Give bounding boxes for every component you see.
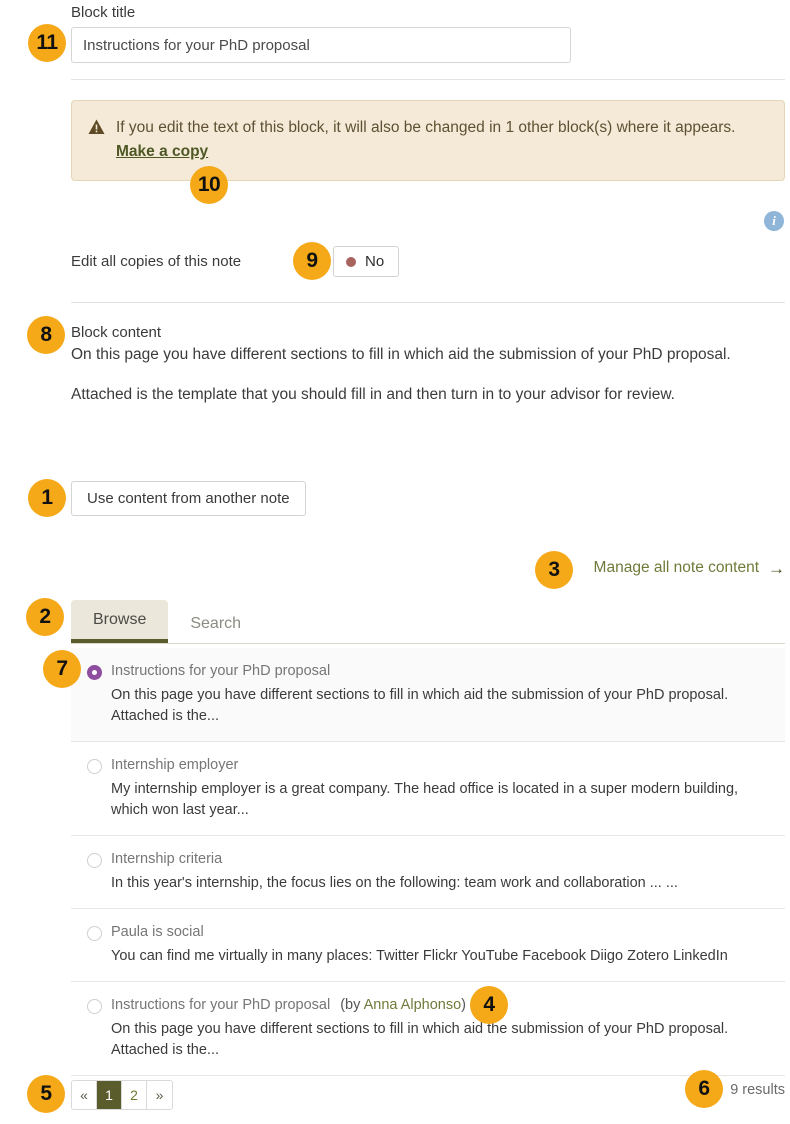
list-item[interactable]: Instructions for your PhD proposal On th…: [71, 648, 785, 742]
block-title-group: Block title: [71, 4, 571, 63]
block-title-label: Block title: [71, 4, 136, 21]
block-content-label: Block content: [71, 324, 162, 341]
list-item[interactable]: Internship employer My internship employ…: [71, 742, 785, 836]
author-prefix: (by: [340, 997, 364, 1013]
list-item-author: (by Anna Alphonso): [340, 997, 466, 1013]
callout-badge-5: 5: [27, 1075, 65, 1113]
callout-badge-10: 10: [190, 166, 228, 204]
alert-message: If you edit the text of this block, it w…: [116, 116, 766, 164]
callout-badge-7: 7: [43, 650, 81, 688]
divider-middle: [71, 302, 785, 303]
list-item[interactable]: Instructions for your PhD proposal (by An…: [71, 982, 785, 1076]
tab-browse[interactable]: Browse: [71, 600, 169, 643]
make-a-copy-link[interactable]: Make a copy: [116, 143, 208, 160]
alert-text: If you edit the text of this block, it w…: [116, 119, 736, 136]
list-item-description: On this page you have different sections…: [111, 687, 729, 724]
list-item-body: Internship criteria In this year's inter…: [111, 850, 785, 894]
warning-triangle-icon: [88, 119, 105, 140]
list-item-description: In this year's internship, the focus lie…: [111, 875, 678, 891]
radio-button[interactable]: [87, 665, 102, 680]
list-item-title: Instructions for your PhD proposal (by An…: [111, 996, 785, 1014]
note-results-list: Instructions for your PhD proposal On th…: [71, 648, 785, 1076]
block-title-input[interactable]: [71, 27, 571, 63]
callout-badge-9: 9: [293, 242, 331, 280]
radio-button[interactable]: [87, 999, 102, 1014]
callout-badge-2: 2: [26, 598, 64, 636]
use-content-from-another-note-button[interactable]: Use content from another note: [71, 481, 306, 516]
edit-all-copies-row: Edit all copies of this note No: [71, 246, 400, 277]
list-item-title-text: Instructions for your PhD proposal: [111, 997, 331, 1013]
list-item-body: Instructions for your PhD proposal (by An…: [111, 996, 785, 1061]
pagination-prev-button[interactable]: «: [72, 1081, 97, 1109]
arrow-right-icon: →: [768, 558, 785, 578]
callout-badge-4: 4: [470, 986, 508, 1024]
list-item-body: Internship employer My internship employ…: [111, 756, 785, 821]
radio-button[interactable]: [87, 759, 102, 774]
radio-button[interactable]: [87, 853, 102, 868]
list-item-description: You can find me virtually in many places…: [111, 948, 728, 964]
edit-all-copies-toggle[interactable]: No: [333, 246, 400, 277]
manage-all-note-content-label: Manage all note content: [593, 559, 759, 576]
page-root: Block title If you edit the text of this…: [0, 0, 790, 1124]
list-item-body: Instructions for your PhD proposal On th…: [111, 662, 785, 727]
list-item-description: On this page you have different sections…: [111, 1021, 729, 1058]
list-item-title: Internship employer: [111, 757, 239, 773]
callout-badge-1: 1: [28, 479, 66, 517]
tab-search[interactable]: Search: [168, 604, 263, 643]
callout-badge-8: 8: [27, 316, 65, 354]
list-item-title: Internship criteria: [111, 851, 223, 867]
pagination-next-button[interactable]: »: [147, 1081, 172, 1109]
shared-content-alert: If you edit the text of this block, it w…: [71, 100, 785, 181]
list-item[interactable]: Internship criteria In this year's inter…: [71, 836, 785, 909]
author-suffix: ): [461, 997, 466, 1013]
divider-top: [71, 79, 785, 80]
author-link[interactable]: Anna Alphonso: [364, 997, 462, 1013]
callout-badge-6: 6: [685, 1070, 723, 1108]
pagination-page-1[interactable]: 1: [97, 1081, 122, 1109]
callout-badge-3: 3: [535, 551, 573, 589]
block-content-paragraph-1: On this page you have different sections…: [71, 346, 731, 363]
pagination: « 1 2 »: [71, 1080, 173, 1110]
list-item-description: My internship employer is a great compan…: [111, 781, 739, 818]
pagination-page-2[interactable]: 2: [122, 1081, 147, 1109]
toggle-status-dot: [346, 256, 356, 267]
manage-all-note-content-link[interactable]: Manage all note content →: [594, 559, 785, 577]
list-item-body: Paula is social You can find me virtuall…: [111, 923, 785, 967]
list-item[interactable]: Paula is social You can find me virtuall…: [71, 909, 785, 982]
block-content-group: Block content On this page you have diff…: [71, 324, 771, 423]
toggle-value: No: [365, 253, 385, 270]
block-content-paragraph-2: Attached is the template that you should…: [71, 386, 675, 403]
list-item-title: Instructions for your PhD proposal: [111, 663, 331, 679]
radio-button[interactable]: [87, 926, 102, 941]
callout-badge-11: 11: [28, 24, 66, 62]
results-count: 9 results: [730, 1082, 785, 1098]
list-item-title: Paula is social: [111, 924, 204, 940]
info-circle-icon[interactable]: i: [764, 211, 784, 231]
note-source-tabs: Browse Search: [71, 600, 785, 644]
